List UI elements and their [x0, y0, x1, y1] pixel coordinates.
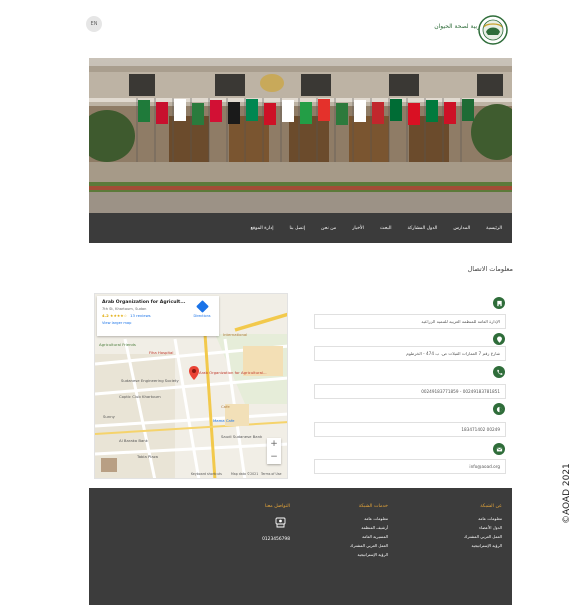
map-place-card: Arab Organization for Agricult... 7th St… — [97, 296, 219, 336]
footer-link[interactable]: أرشيف المنظمة — [350, 523, 388, 532]
site-footer: عن الشبكة معلومات عامة الدول الأعضاء الع… — [89, 488, 512, 605]
nav-item-admin[interactable]: إدارة الموقع — [250, 226, 273, 231]
main-nav: الرئيسية المدارس الدول المشاركة البحث ال… — [89, 213, 512, 243]
footer-column-contact: التواصل معنا 0123456798 — [262, 504, 290, 542]
footer-column-title: خدمات الشبكة — [358, 504, 388, 509]
footer-link[interactable]: الدول الأعضاء — [464, 523, 502, 532]
map-label: Cafe — [221, 404, 230, 409]
map-data-label: Map data ©2021 — [231, 472, 259, 476]
building-icon — [493, 297, 505, 309]
google-map[interactable]: Arab Organization for Agricult... 7th St… — [94, 293, 288, 479]
footer-column-about: عن الشبكة معلومات عامة الدول الأعضاء الع… — [464, 504, 502, 550]
map-pin-icon[interactable] — [189, 366, 199, 380]
nav-item-about[interactable]: من نحن — [321, 226, 336, 231]
map-attribution: Keyboard shortcuts Map data ©2021 Terms … — [95, 470, 287, 478]
fax-field: 00249 183471402 — [314, 422, 506, 437]
footer-link[interactable]: الرؤية الإستراتيجية — [464, 541, 502, 550]
nav-item-contact[interactable]: إتصل بنا — [289, 226, 305, 231]
map-label: Arab Organization for Agricultural... — [199, 370, 267, 375]
phone-icon — [493, 366, 505, 378]
email-field: info@aoad.org — [314, 459, 506, 474]
map-directions-button[interactable]: Directions — [191, 300, 213, 318]
location-icon — [493, 333, 505, 345]
phone-field: 00249183781851 - 00249183771859 — [314, 384, 506, 399]
contact-hand-icon — [275, 517, 286, 528]
footer-link[interactable]: العمل العربي المشترك — [350, 541, 388, 550]
map-label: Mama Cafe — [213, 418, 235, 423]
email-icon — [493, 443, 505, 455]
map-label: Sudanese Engineering Society — [121, 378, 179, 383]
nav-item-search[interactable]: البحث — [380, 226, 392, 231]
footer-link[interactable]: معلومات عامة — [350, 514, 388, 523]
footer-link[interactable]: معلومات عامة — [464, 514, 502, 523]
language-toggle-button[interactable]: EN — [86, 16, 102, 32]
map-label: Saudi Sudanese Bank — [221, 434, 263, 439]
map-label: International — [223, 332, 248, 337]
nav-item-home[interactable]: الرئيسية — [486, 226, 502, 231]
map-label: Sunny — [103, 414, 115, 419]
site-logo[interactable] — [478, 15, 508, 45]
nav-item-news[interactable]: الأخبار — [352, 226, 364, 231]
map-label: Tabla Plaza — [137, 454, 159, 459]
contact-info-heading: معلومات الاتصال — [467, 265, 513, 273]
zoom-out-button[interactable]: − — [267, 451, 281, 464]
map-label: Al Baraka Bank — [119, 438, 148, 443]
map-reviews-link[interactable]: 13 reviews — [130, 313, 151, 318]
footer-link[interactable]: المسيرية العامة — [350, 532, 388, 541]
zoom-in-button[interactable]: + — [267, 438, 281, 451]
page: EN الشبكة العربية لصحة الحيوان الرئيسية … — [0, 0, 588, 605]
footer-phone[interactable]: 0123456798 — [262, 537, 290, 542]
map-terms-link[interactable]: Terms of Use — [261, 472, 281, 476]
copyright-label: ©AOAD 2021 — [562, 463, 572, 524]
map-label: Fiha Hospital — [149, 350, 174, 355]
footer-column-title: التواصل معنا — [264, 504, 290, 509]
map-label: Agricultural Friends — [99, 342, 136, 347]
map-zoom-controls: + − — [267, 438, 281, 464]
footer-column-services: خدمات الشبكة معلومات عامة أرشيف المنظمة … — [350, 504, 388, 559]
map-view-larger-link[interactable]: View larger map — [102, 321, 214, 325]
footer-column-title: عن الشبكة — [480, 504, 502, 509]
hero-banner-image — [89, 58, 512, 213]
footer-link[interactable]: العمل العربي المشترك — [464, 532, 502, 541]
map-label: Coptic Club Khartoum — [119, 394, 161, 399]
nav-item-schools[interactable]: المدارس — [453, 226, 470, 231]
org-name-field: الإدارة العامة للمنظمة العربية للتنمية ا… — [314, 314, 506, 329]
fax-icon — [493, 403, 505, 415]
nav-item-member-countries[interactable]: الدول المشاركة — [408, 226, 438, 231]
address-field: شارع رقم 7 العمارات الفيلات ص. ب 474 - ا… — [314, 346, 506, 361]
footer-link[interactable]: الرؤية الإستراتيجية — [350, 550, 388, 559]
map-keyboard-shortcuts[interactable]: Keyboard shortcuts — [191, 472, 222, 476]
directions-icon — [195, 300, 209, 313]
